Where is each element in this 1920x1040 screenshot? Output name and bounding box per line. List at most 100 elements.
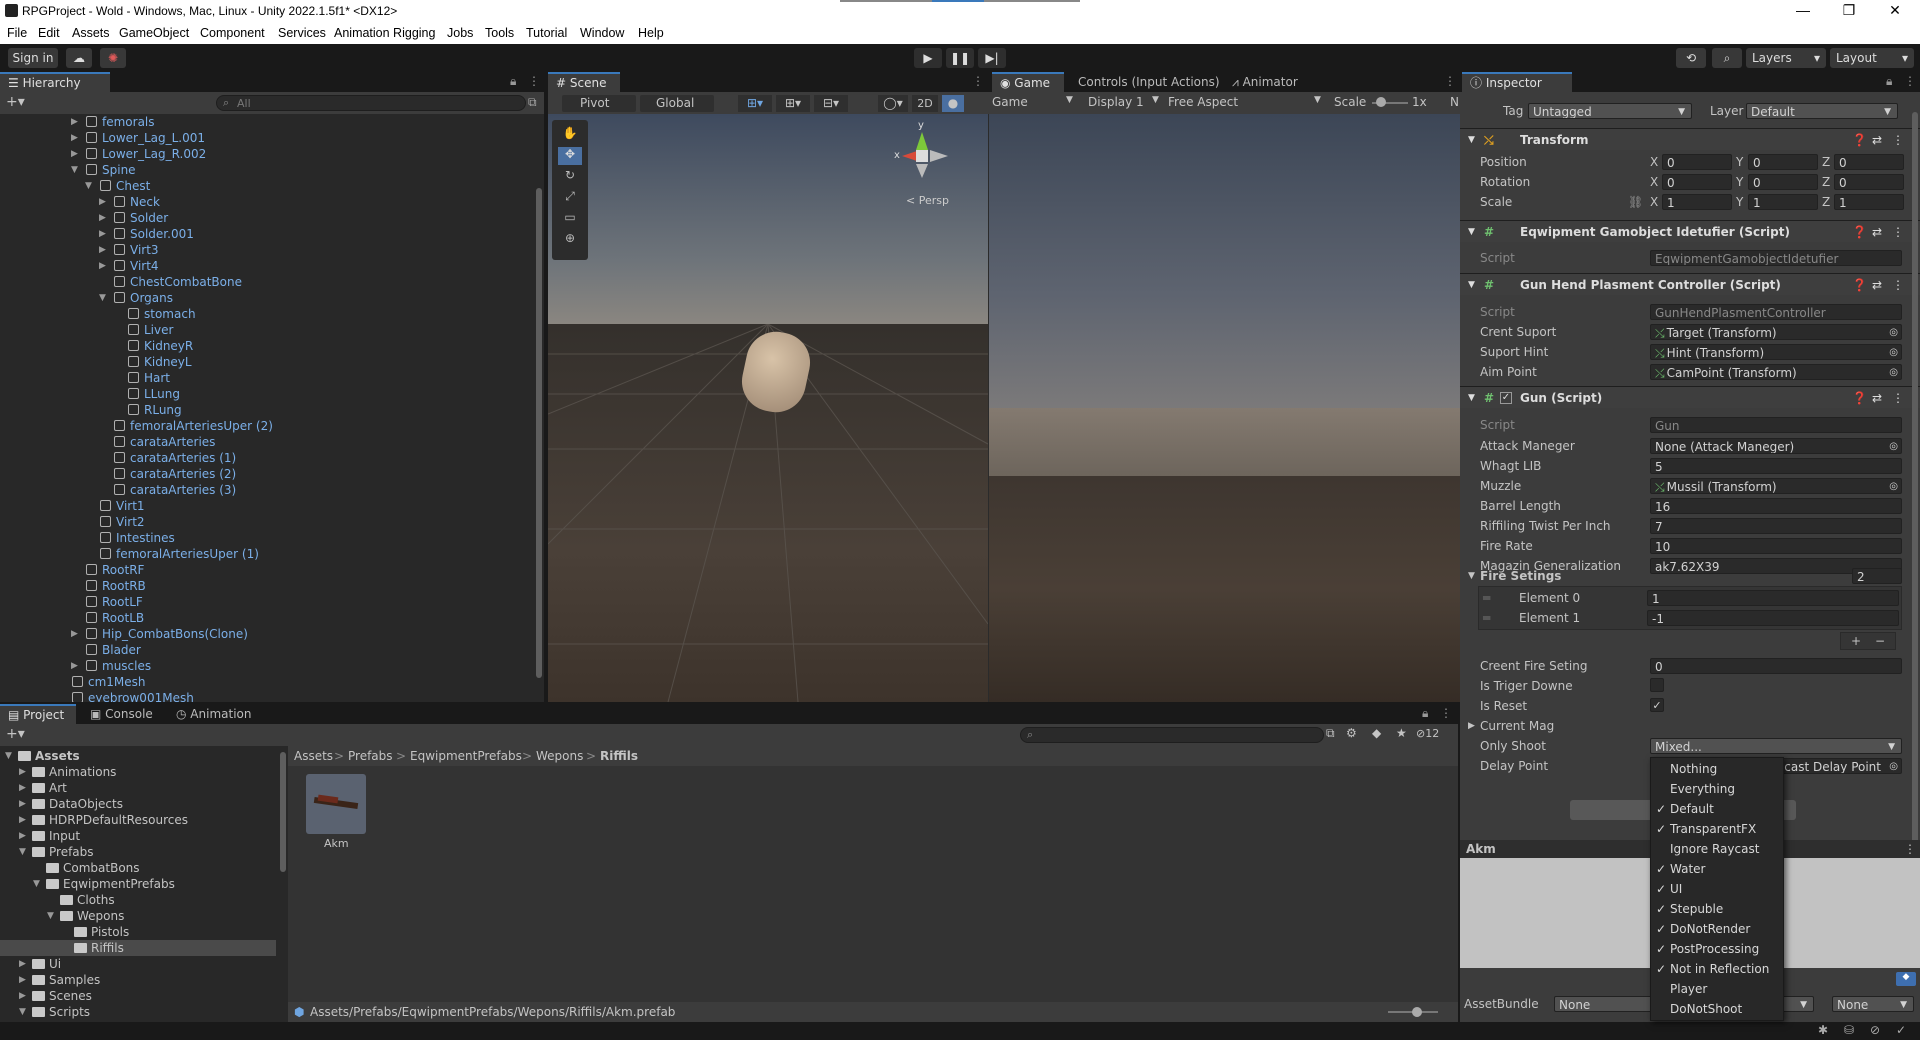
sign-in-button[interactable]: Sign in bbox=[8, 48, 58, 68]
chevron-down-icon[interactable]: ▼ bbox=[5, 748, 16, 764]
chevron-right-icon[interactable]: ▶ bbox=[19, 764, 30, 780]
chevron-right-icon[interactable]: ▶ bbox=[19, 988, 30, 1004]
tab-hierarchy[interactable]: ☰ Hierarchy bbox=[0, 72, 110, 92]
gun-row-field[interactable]: 5 bbox=[1650, 458, 1902, 474]
hierarchy-item[interactable]: Liver bbox=[0, 322, 536, 338]
gun-row-field[interactable]: 16 bbox=[1650, 498, 1902, 514]
transform-z-field[interactable]: 1 bbox=[1834, 194, 1904, 210]
tab-controls[interactable]: Controls (Input Actions) bbox=[1070, 72, 1228, 92]
layer-option[interactable]: Player bbox=[1651, 979, 1783, 999]
search-icon[interactable]: ⌕ bbox=[1712, 48, 1742, 68]
scale-slider-thumb[interactable] bbox=[1376, 97, 1386, 107]
transform-x-field[interactable]: 1 bbox=[1662, 194, 1732, 210]
hierarchy-item[interactable]: ▶ muscles bbox=[0, 658, 536, 674]
minimize-button[interactable]: — bbox=[1780, 2, 1826, 18]
chevron-down-icon[interactable]: ▼ bbox=[1468, 568, 1475, 584]
hierarchy-item[interactable]: ▶ Solder bbox=[0, 210, 536, 226]
menu-tutorial[interactable]: Tutorial bbox=[526, 26, 567, 40]
layer-option[interactable]: Nothing bbox=[1651, 759, 1783, 779]
element-0-field[interactable]: 1 bbox=[1647, 590, 1899, 606]
persp-label[interactable]: < Persp bbox=[906, 194, 949, 207]
rotate-icon[interactable]: ↻ bbox=[559, 168, 581, 186]
project-folder-item[interactable]: ▶ Samples bbox=[0, 972, 276, 988]
orientation-gizmo[interactable]: y x < Persp bbox=[894, 120, 974, 210]
gun-hend-component-header[interactable]: ▼ # Gun Hend Plasment Controller (Script… bbox=[1460, 273, 1920, 295]
preset-icon[interactable]: ⇄ bbox=[1872, 274, 1882, 296]
tab-inspector[interactable]: ⓘ Inspector bbox=[1462, 72, 1572, 92]
transform-y-field[interactable]: 0 bbox=[1748, 174, 1818, 190]
object-picker-icon[interactable]: ◎ bbox=[1889, 439, 1898, 453]
layer-option[interactable]: ✓ UI bbox=[1651, 879, 1783, 899]
kebab-menu-icon[interactable]: ⋮ bbox=[1904, 840, 1916, 858]
layer-option[interactable]: ✓ DoNotRender bbox=[1651, 919, 1783, 939]
lock-icon[interactable]: 🔒︎ bbox=[1422, 706, 1428, 721]
chevron-down-icon[interactable]: ▼ bbox=[33, 876, 44, 892]
star-icon[interactable]: ★ bbox=[1396, 726, 1407, 740]
menu-services[interactable]: Services bbox=[278, 26, 326, 40]
object-picker-icon[interactable]: ◎ bbox=[1889, 365, 1898, 379]
hidden-packages-count[interactable]: ⊘12 bbox=[1416, 727, 1439, 740]
kebab-menu-icon[interactable]: ⋮ bbox=[1892, 221, 1904, 243]
chevron-down-icon[interactable]: ▼ bbox=[19, 1004, 30, 1020]
constrain-proportions-icon[interactable]: ⛓ bbox=[1628, 194, 1643, 210]
enable-checkbox[interactable]: ✓ bbox=[1500, 392, 1512, 404]
project-folder-item[interactable]: ▼ Scripts bbox=[0, 1004, 276, 1020]
scale-icon[interactable]: ⤢ bbox=[559, 189, 581, 207]
hierarchy-item[interactable]: cm1Mesh bbox=[0, 674, 536, 690]
transform-icon[interactable]: ⊕ bbox=[559, 231, 581, 249]
hierarchy-item[interactable]: ▼ Chest bbox=[0, 178, 536, 194]
tab-animation[interactable]: ◷ Animation bbox=[168, 704, 259, 724]
chevron-right-icon[interactable]: ▶ bbox=[99, 258, 110, 274]
lock-icon[interactable]: 🔒︎ bbox=[1886, 74, 1892, 89]
scene-visibility-icon[interactable]: ⧉ bbox=[528, 95, 537, 110]
layout-dropdown[interactable]: Layout ▾ bbox=[1830, 48, 1914, 68]
help-icon[interactable]: ❓ bbox=[1852, 387, 1867, 409]
project-folder-item[interactable]: Cloths bbox=[0, 892, 276, 908]
fire-setings-count[interactable]: 2 bbox=[1852, 568, 1902, 584]
collab-icon[interactable]: ✺ bbox=[100, 48, 126, 68]
hierarchy-item[interactable]: KidneyL bbox=[0, 354, 536, 370]
hierarchy-item[interactable]: LLung bbox=[0, 386, 536, 402]
menu-window[interactable]: Window bbox=[580, 26, 624, 40]
transform-y-field[interactable]: 1 bbox=[1748, 194, 1818, 210]
hierarchy-item[interactable]: Virt1 bbox=[0, 498, 536, 514]
element-1-field[interactable]: -1 bbox=[1647, 610, 1899, 626]
chevron-down-icon[interactable]: ▼ bbox=[47, 908, 58, 924]
breadcrumb-riffils[interactable]: Riffils bbox=[600, 748, 638, 764]
transform-z-field[interactable]: 0 bbox=[1834, 174, 1904, 190]
hierarchy-item[interactable]: femoralArteriesUper (1) bbox=[0, 546, 536, 562]
project-folder-item[interactable]: ▼ Prefabs bbox=[0, 844, 276, 860]
chevron-right-icon[interactable]: ▶ bbox=[99, 242, 110, 258]
hierarchy-item[interactable]: ▶ Virt4 bbox=[0, 258, 536, 274]
chevron-right-icon[interactable]: ▶ bbox=[19, 956, 30, 972]
project-folder-item[interactable]: ▼ EqwipmentPrefabs bbox=[0, 876, 276, 892]
filter-icon[interactable]: ⚙ bbox=[1346, 726, 1357, 740]
maximize-button[interactable]: ❐ bbox=[1826, 2, 1872, 19]
chevron-right-icon[interactable]: ▶ bbox=[19, 812, 30, 828]
akm-asset-thumbnail[interactable] bbox=[306, 774, 366, 834]
preset-icon[interactable]: ⇄ bbox=[1872, 387, 1882, 409]
menu-gameobject[interactable]: GameObject bbox=[119, 26, 189, 40]
chevron-down-icon[interactable]: ▼ bbox=[71, 162, 82, 178]
help-icon[interactable]: ❓ bbox=[1852, 221, 1867, 243]
chevron-right-icon[interactable]: ▶ bbox=[71, 114, 82, 130]
project-folder-item[interactable]: ▶ Scenes bbox=[0, 988, 276, 1004]
move-icon[interactable]: ✥ bbox=[558, 147, 582, 165]
layer-option[interactable]: ✓ Water bbox=[1651, 859, 1783, 879]
project-folder-item[interactable]: Pistols bbox=[0, 924, 276, 940]
add-icon[interactable]: +▾ bbox=[6, 726, 25, 742]
game-mode-dropdown[interactable]: Game bbox=[992, 95, 1028, 109]
tab-project[interactable]: ▤ Project bbox=[0, 704, 76, 724]
hierarchy-item[interactable]: RootRB bbox=[0, 578, 536, 594]
hierarchy-item[interactable]: ▶ Lower_Lag_L.001 bbox=[0, 130, 536, 146]
transform-y-field[interactable]: 0 bbox=[1748, 154, 1818, 170]
eqwipment-component-header[interactable]: ▼ # Eqwipment Gamobject Idetufier (Scrip… bbox=[1460, 220, 1920, 242]
menu-edit[interactable]: Edit bbox=[38, 26, 60, 40]
ruler-icon[interactable]: ⊟▾ bbox=[814, 95, 848, 112]
kebab-menu-icon[interactable]: ⋮ bbox=[1444, 74, 1456, 88]
chevron-right-icon[interactable]: ▶ bbox=[99, 226, 110, 242]
label-tag-icon[interactable]: ◆ bbox=[1896, 972, 1916, 986]
play-button[interactable]: ▶ bbox=[914, 48, 942, 68]
hierarchy-item[interactable]: ▶ Solder.001 bbox=[0, 226, 536, 242]
object-picker-icon[interactable]: ◎ bbox=[1889, 325, 1898, 339]
